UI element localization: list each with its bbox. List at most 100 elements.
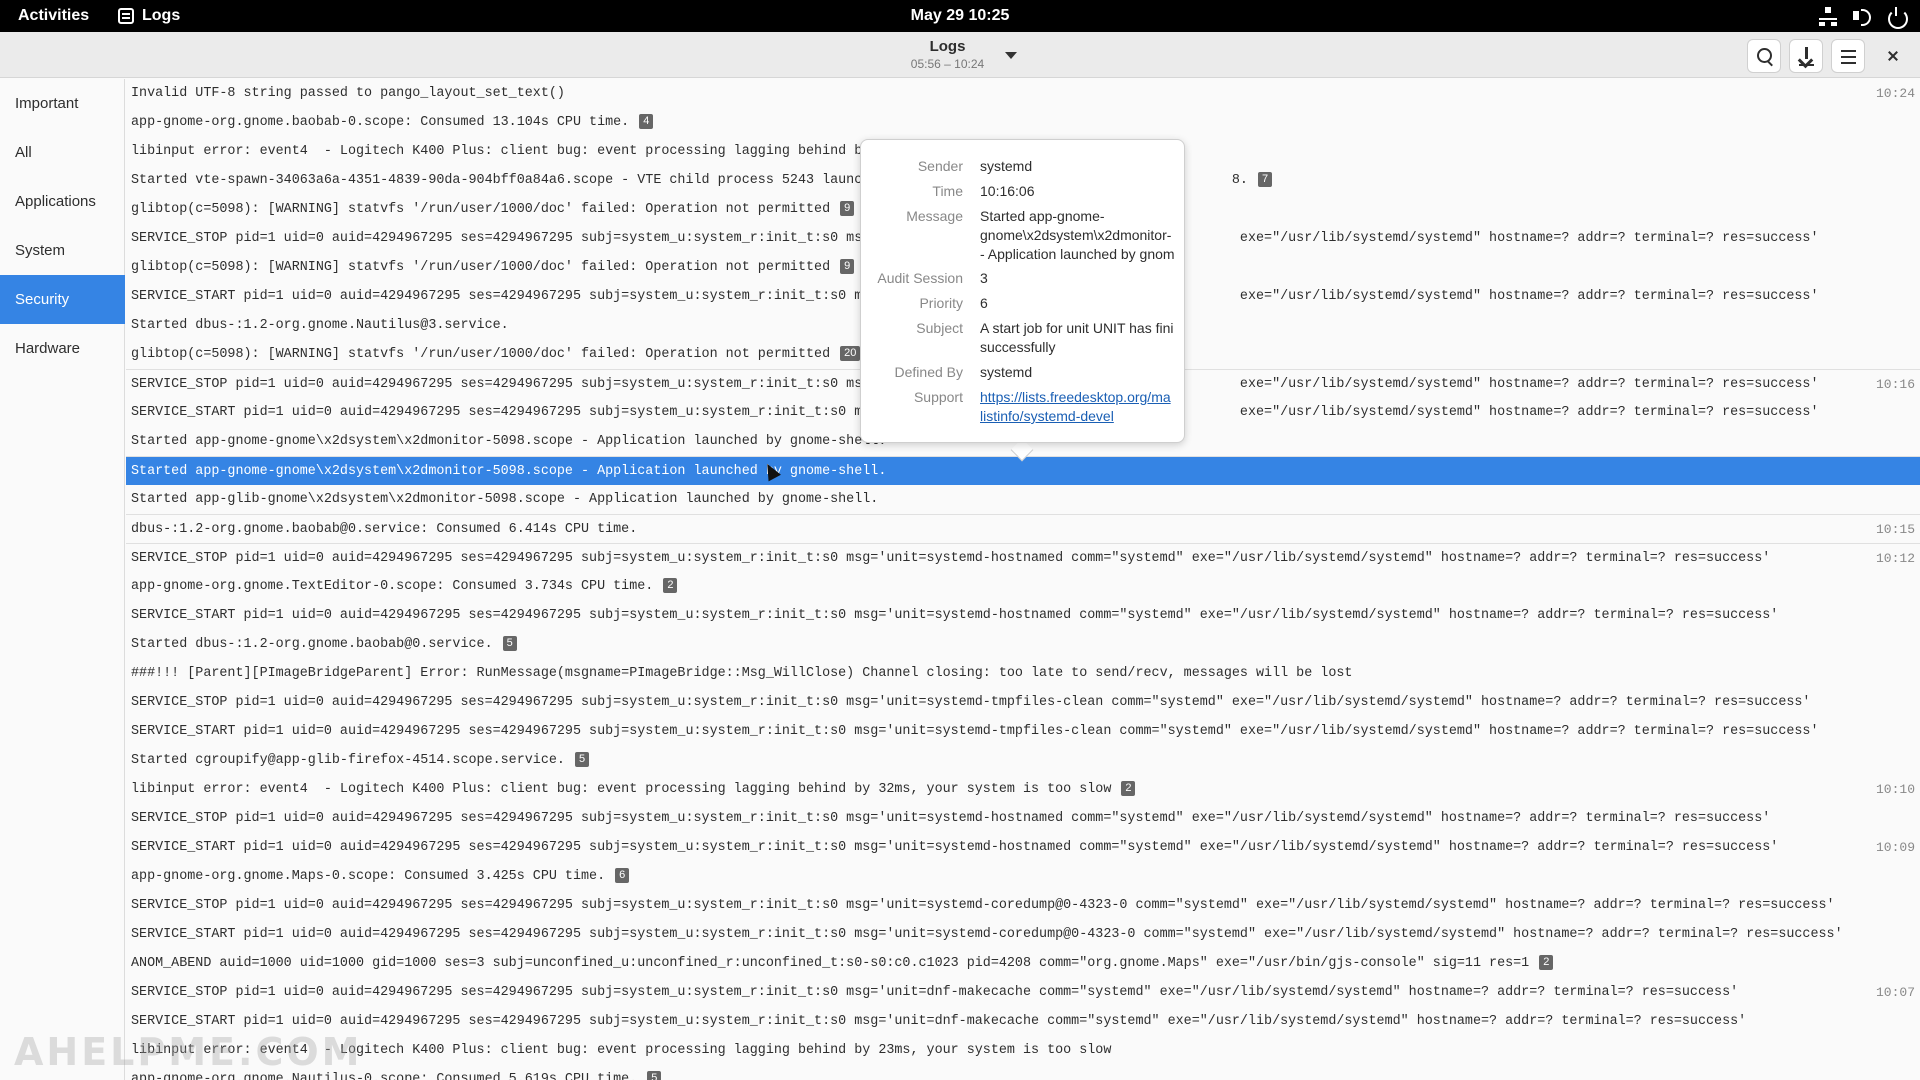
repeat-count-badge: 20: [840, 346, 861, 361]
repeat-count-badge: 9: [840, 201, 855, 216]
log-row[interactable]: SERVICE_START pid=1 uid=0 auid=429496729…: [126, 833, 1920, 862]
log-row[interactable]: SERVICE_START pid=1 uid=0 auid=429496729…: [126, 920, 1920, 949]
log-row[interactable]: SERVICE_START pid=1 uid=0 auid=429496729…: [126, 717, 1920, 746]
log-timestamp: 10:09: [1875, 840, 1915, 855]
detail-time: 10:16:06: [980, 183, 1035, 199]
log-row[interactable]: SERVICE_STOP pid=1 uid=0 auid=4294967295…: [126, 978, 1920, 1007]
log-message: Started cgroupify@app-glib-firefox-4514.…: [131, 746, 590, 775]
download-icon: [1799, 64, 1814, 66]
repeat-count-badge: 2: [663, 578, 678, 593]
top-bar: Activities Logs May 29 10:25: [0, 0, 1920, 32]
sidebar-item-hardware[interactable]: Hardware: [0, 324, 125, 373]
watermark: AHELPME.COM: [14, 1030, 363, 1074]
log-message: glibtop(c=5098): [WARNING] statvfs '/run…: [131, 253, 855, 282]
log-row[interactable]: SERVICE_STOP pid=1 uid=0 auid=4294967295…: [126, 543, 1920, 572]
log-row[interactable]: SERVICE_STOP pid=1 uid=0 auid=4294967295…: [126, 804, 1920, 833]
log-row[interactable]: dbus-:1.2-org.gnome.baobab@0.service: Co…: [126, 514, 1920, 543]
log-message: libinput error: event4 - Logitech K400 P…: [131, 144, 871, 159]
repeat-count-badge: 7: [1257, 172, 1273, 187]
log-message: SERVICE_STOP pid=1 uid=0 auid=4294967295…: [131, 551, 1771, 566]
app-name: Logs: [142, 7, 181, 24]
sidebar-item-applications[interactable]: Applications: [0, 177, 125, 226]
log-row[interactable]: SERVICE_START pid=1 uid=0 auid=429496729…: [126, 1007, 1920, 1036]
log-row[interactable]: Started app-gnome-gnome\x2dsystem\x2dmon…: [126, 456, 1920, 485]
log-row[interactable]: libinput error: event4 - Logitech K400 P…: [126, 775, 1920, 804]
support-link[interactable]: https://lists.freedesktop.org/ma: [980, 388, 1184, 407]
close-button[interactable]: [1878, 39, 1912, 73]
log-timestamp: 10:12: [1875, 551, 1915, 566]
power-icon[interactable]: [1886, 6, 1908, 29]
log-message: SERVICE_START pid=1 uid=0 auid=429496729…: [131, 724, 1819, 739]
log-message: libinput error: event4 - Logitech K400 P…: [131, 775, 1136, 804]
sidebar-item-all[interactable]: All: [0, 128, 125, 177]
log-message: SERVICE_STOP pid=1 uid=0 auid=4294967295…: [131, 811, 1771, 826]
clock[interactable]: May 29 10:25: [0, 7, 1920, 25]
repeat-count-badge: 5: [647, 1071, 662, 1080]
log-timestamp: 10:15: [1875, 522, 1915, 537]
log-row[interactable]: libinput error: event4 - Logitech K400 P…: [126, 1036, 1920, 1065]
log-message: SERVICE_START pid=1 uid=0 auid=429496729…: [131, 927, 1843, 942]
repeat-count-badge: 4: [639, 114, 654, 129]
log-message: Started dbus-:1.2-org.gnome.baobab@0.ser…: [131, 630, 517, 659]
log-row[interactable]: app-gnome-org.gnome.Maps-0.scope: Consum…: [126, 862, 1920, 891]
log-message: Started app-gnome-gnome\x2dsystem\x2dmon…: [131, 434, 887, 449]
log-message: SERVICE_STOP pid=1 uid=0 auid=4294967295…: [131, 695, 1811, 710]
log-message: Invalid UTF-8 string passed to pango_lay…: [131, 86, 565, 101]
log-timestamp: 10:24: [1875, 86, 1915, 101]
log-message: SERVICE_START pid=1 uid=0 auid=429496729…: [131, 1014, 1747, 1029]
log-message: SERVICE_START pid=1 uid=0 auid=429496729…: [131, 840, 1779, 855]
log-message: ###!!! [Parent][PImageBridgeParent] Erro…: [131, 666, 1353, 681]
activities-button[interactable]: Activities: [18, 7, 89, 25]
header-bar: Logs 05:56 – 10:24: [0, 32, 1920, 78]
export-button[interactable]: [1789, 39, 1823, 73]
detail-label: Support: [913, 389, 963, 405]
app-menu[interactable]: Logs: [118, 7, 180, 25]
log-message: SERVICE_START pid=1 uid=0 auid=429496729…: [131, 608, 1779, 623]
detail-audit-session: 3: [980, 270, 988, 286]
log-row[interactable]: Started app-glib-gnome\x2dsystem\x2dmoni…: [126, 485, 1920, 514]
chevron-down-icon[interactable]: [1001, 49, 1021, 63]
log-message: Started app-glib-gnome\x2dsystem\x2dmoni…: [131, 492, 879, 507]
repeat-count-badge: 5: [574, 752, 590, 767]
detail-defined-by: systemd: [980, 364, 1033, 380]
log-row[interactable]: SERVICE_STOP pid=1 uid=0 auid=4294967295…: [126, 688, 1920, 717]
menu-button[interactable]: [1831, 39, 1865, 73]
repeat-count-badge: 2: [1121, 781, 1136, 796]
system-tray[interactable]: [1818, 6, 1908, 29]
log-row[interactable]: ###!!! [Parent][PImageBridgeParent] Erro…: [126, 659, 1920, 688]
support-link[interactable]: listinfo/systemd-devel: [980, 407, 1184, 426]
detail-subject-line: successfully: [980, 339, 1056, 355]
sidebar-item-system[interactable]: System: [0, 226, 125, 275]
log-row[interactable]: SERVICE_START pid=1 uid=0 auid=429496729…: [126, 601, 1920, 630]
log-row[interactable]: Started dbus-:1.2-org.gnome.baobab@0.ser…: [126, 630, 1920, 659]
detail-message-line: gnome\x2dsystem\x2dmonitor-: [980, 227, 1172, 243]
sidebar-item-security[interactable]: Security: [0, 275, 125, 324]
log-timestamp: 10:10: [1875, 782, 1915, 797]
log-row[interactable]: app-gnome-org.gnome.Nautilus-0.scope: Co…: [126, 1065, 1920, 1080]
detail-label: Audit Session: [877, 270, 963, 286]
log-message: app-gnome-org.gnome.Maps-0.scope: Consum…: [131, 862, 630, 891]
log-row[interactable]: Started cgroupify@app-glib-firefox-4514.…: [126, 746, 1920, 775]
log-timestamp: 10:16: [1875, 377, 1915, 392]
log-row[interactable]: app-gnome-org.gnome.baobab-0.scope: Cons…: [126, 108, 1920, 137]
log-row[interactable]: Invalid UTF-8 string passed to pango_lay…: [126, 79, 1920, 108]
detail-label: Defined By: [894, 364, 963, 380]
detail-label: Subject: [916, 320, 963, 336]
category-sidebar: Important All Applications System Securi…: [0, 79, 125, 1080]
log-row[interactable]: ANOM_ABEND auid=1000 uid=1000 gid=1000 s…: [126, 949, 1920, 978]
detail-subject-line: A start job for unit UNIT has fini: [980, 320, 1174, 336]
logs-app-icon: [118, 8, 134, 24]
log-message: glibtop(c=5098): [WARNING] statvfs '/run…: [131, 195, 855, 224]
log-row[interactable]: SERVICE_STOP pid=1 uid=0 auid=4294967295…: [126, 891, 1920, 920]
volume-icon[interactable]: [1852, 6, 1872, 26]
detail-label: Priority: [919, 295, 963, 311]
time-range-subtitle: 05:56 – 10:24: [910, 57, 985, 71]
log-message: SERVICE_STOP pid=1 uid=0 auid=4294967295…: [131, 985, 1739, 1000]
log-row[interactable]: app-gnome-org.gnome.TextEditor-0.scope: …: [126, 572, 1920, 601]
search-button[interactable]: [1747, 39, 1781, 73]
repeat-count-badge: 2: [1539, 955, 1554, 970]
network-icon[interactable]: [1818, 6, 1838, 26]
detail-message-line: - Application launched by gnom: [980, 246, 1175, 262]
sidebar-item-important[interactable]: Important: [0, 79, 125, 128]
log-message: app-gnome-org.gnome.baobab-0.scope: Cons…: [131, 108, 654, 137]
